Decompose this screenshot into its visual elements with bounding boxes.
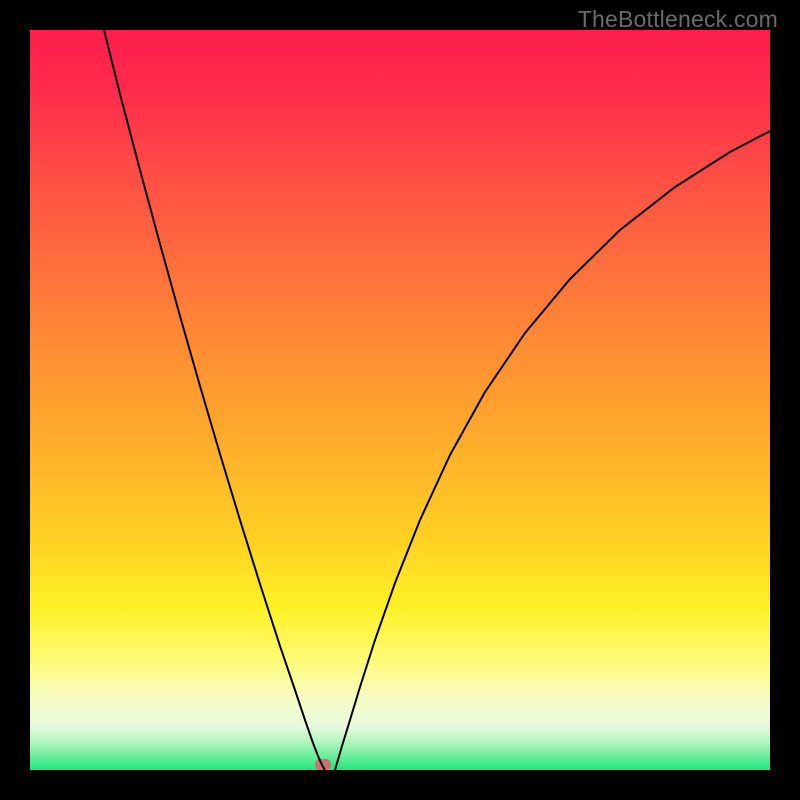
minimum-marker [315,759,331,770]
plot-area [30,30,770,770]
chart-frame: TheBottleneck.com [0,0,800,800]
gradient-background [30,30,770,770]
watermark-text: TheBottleneck.com [578,6,778,33]
